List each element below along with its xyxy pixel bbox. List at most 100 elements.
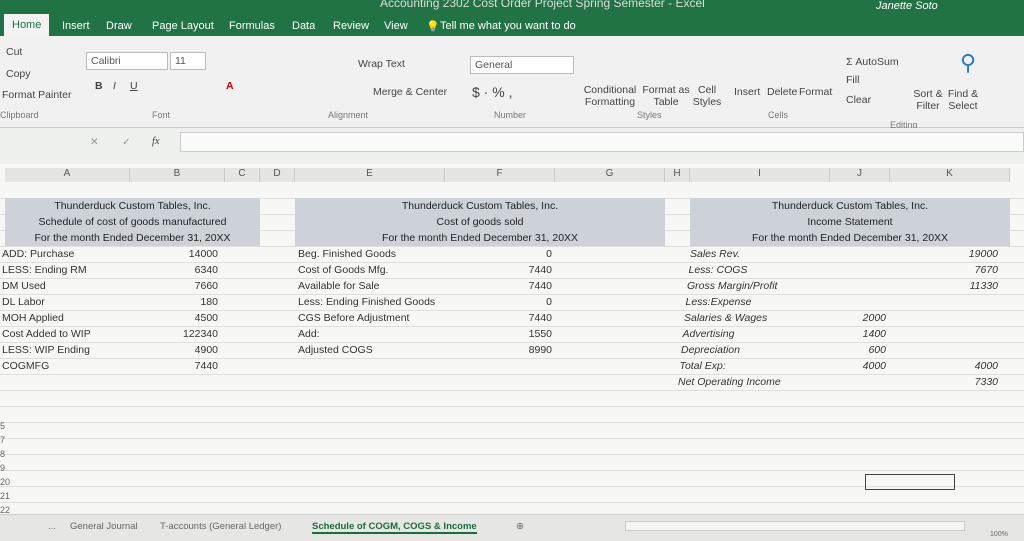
cogs-row-value[interactable]: 7440 — [460, 262, 552, 278]
cogm-row-label[interactable]: ADD: Purchase — [2, 246, 74, 262]
cancel-icon[interactable]: ✕ — [90, 136, 99, 148]
underline-button[interactable]: U — [130, 80, 138, 92]
italic-button[interactable]: I — [113, 80, 116, 92]
font-name-select[interactable]: Calibri — [86, 52, 168, 70]
column-header[interactable]: C — [225, 168, 260, 182]
autosum-button[interactable]: Σ AutoSum — [846, 56, 899, 68]
column-header[interactable]: H — [665, 168, 690, 182]
cogm-row-value[interactable]: 14000 — [140, 246, 218, 262]
cogm-row-label[interactable]: DL Labor — [2, 294, 45, 310]
cogm-row-label[interactable]: LESS: WIP Ending — [2, 342, 90, 358]
cogs-row-label[interactable]: Add: — [298, 326, 320, 342]
column-header[interactable]: E — [295, 168, 445, 182]
fill-button[interactable]: Fill — [846, 74, 859, 86]
income-row-total[interactable] — [928, 342, 998, 358]
cogm-row-value[interactable]: 180 — [140, 294, 218, 310]
cogs-row-label[interactable]: Beg. Finished Goods — [298, 246, 396, 262]
income-row-label[interactable]: Total Exp: — [680, 358, 726, 374]
tab-insert[interactable]: Insert — [62, 20, 90, 32]
income-row-value[interactable]: 600 — [810, 342, 886, 358]
cogm-row-value[interactable]: 7440 — [140, 358, 218, 374]
format-as-table-button[interactable]: Format as Table — [641, 84, 691, 108]
column-header[interactable]: D — [260, 168, 295, 182]
number-format-select[interactable]: General — [470, 56, 574, 74]
cogm-row-value[interactable]: 4900 — [140, 342, 218, 358]
spreadsheet-grid[interactable]: A B C D E F G H I J K Thunderduck Custom Tables, In… — [0, 164, 1024, 515]
conditional-formatting-button[interactable]: Conditional Formatting — [580, 84, 640, 108]
tab-formulas[interactable]: Formulas — [229, 20, 275, 32]
column-header[interactable]: K — [890, 168, 1010, 182]
income-row-label[interactable]: Less: COGS — [689, 262, 748, 278]
cogs-row-value[interactable]: 8990 — [460, 342, 552, 358]
function-icon[interactable]: fx — [152, 136, 160, 147]
column-header[interactable]: B — [130, 168, 225, 182]
column-header[interactable]: F — [445, 168, 555, 182]
user-name[interactable]: Janette Soto — [876, 0, 938, 12]
income-row-value[interactable]: 1400 — [810, 326, 886, 342]
income-row-value[interactable] — [810, 294, 886, 310]
income-row-value[interactable] — [810, 374, 886, 390]
sheet-tab[interactable]: Schedule of COGM, COGS & Income — [312, 521, 477, 534]
font-color-button[interactable]: A — [226, 80, 234, 92]
cogs-row-label[interactable]: CGS Before Adjustment — [298, 310, 409, 326]
cogs-row-value[interactable]: 7440 — [460, 310, 552, 326]
income-row-total[interactable]: 7330 — [928, 374, 998, 390]
cogm-row-value[interactable]: 4500 — [140, 310, 218, 326]
sort-filter-button[interactable]: Sort & Filter — [912, 88, 944, 112]
bold-button[interactable]: B — [95, 80, 103, 92]
income-row-label[interactable]: Net Operating Income — [678, 374, 781, 390]
tab-home[interactable]: Home — [4, 14, 50, 36]
tell-me-search[interactable]: Tell me what you want to do — [440, 20, 576, 32]
column-header[interactable]: J — [830, 168, 890, 182]
cogs-row-label[interactable]: Adjusted COGS — [298, 342, 373, 358]
cogs-row-value[interactable]: 1550 — [460, 326, 552, 342]
format-cells-button[interactable]: Format — [799, 86, 832, 98]
wrap-text-button[interactable]: Wrap Text — [358, 58, 405, 70]
column-header[interactable]: A — [5, 168, 130, 182]
column-header[interactable]: G — [555, 168, 665, 182]
font-size-select[interactable]: 11 — [170, 52, 206, 70]
column-header[interactable]: I — [690, 168, 830, 182]
merge-center-button[interactable]: Merge & Center — [373, 86, 447, 98]
income-row-value[interactable] — [810, 246, 886, 262]
format-painter-button[interactable]: Format Painter — [2, 89, 71, 101]
insert-cells-button[interactable]: Insert — [734, 86, 760, 98]
cogs-row-value[interactable]: 7440 — [460, 278, 552, 294]
income-row-label[interactable]: Less:Expense — [686, 294, 752, 310]
tab-review[interactable]: Review — [333, 20, 369, 32]
sheet-tab[interactable]: General Journal — [70, 521, 138, 532]
cogm-row-label[interactable]: COGMFG — [2, 358, 49, 374]
sheet-tab[interactable]: ... — [48, 521, 56, 532]
currency-button[interactable]: $ · % , — [472, 84, 512, 100]
tab-draw[interactable]: Draw — [106, 20, 132, 32]
cogm-row-label[interactable]: LESS: Ending RM — [2, 262, 87, 278]
income-row-value[interactable] — [810, 278, 886, 294]
income-row-total[interactable] — [928, 326, 998, 342]
income-row-label[interactable]: Depreciation — [681, 342, 740, 358]
income-row-value[interactable]: 2000 — [810, 310, 886, 326]
delete-cells-button[interactable]: Delete — [767, 86, 797, 98]
clear-button[interactable]: Clear — [846, 94, 871, 106]
cogs-row-label[interactable]: Available for Sale — [298, 278, 380, 294]
tab-view[interactable]: View — [384, 20, 408, 32]
tab-data[interactable]: Data — [292, 20, 315, 32]
cogs-row-value[interactable]: 0 — [460, 294, 552, 310]
income-row-total[interactable]: 4000 — [928, 358, 998, 374]
cell-styles-button[interactable]: Cell Styles — [690, 84, 724, 108]
confirm-icon[interactable]: ✓ — [122, 136, 131, 148]
formula-input[interactable] — [180, 132, 1024, 152]
zoom-level[interactable]: 100% — [990, 531, 1008, 538]
copy-button[interactable]: Copy — [6, 68, 31, 80]
cogm-row-label[interactable]: MOH Applied — [2, 310, 64, 326]
income-row-total[interactable]: 11330 — [928, 278, 998, 294]
cut-button[interactable]: Cut — [6, 46, 22, 58]
cogm-row-label[interactable]: DM Used — [2, 278, 46, 294]
cogm-row-value[interactable]: 6340 — [140, 262, 218, 278]
income-row-total[interactable]: 19000 — [928, 246, 998, 262]
cogm-row-value[interactable]: 122340 — [140, 326, 218, 342]
income-row-label[interactable]: Sales Rev. — [690, 246, 740, 262]
income-row-label[interactable]: Salaries & Wages — [684, 310, 767, 326]
cogs-row-label[interactable]: Cost of Goods Mfg. — [298, 262, 388, 278]
selected-cell[interactable] — [865, 474, 955, 490]
income-row-label[interactable]: Gross Margin/Profit — [687, 278, 777, 294]
